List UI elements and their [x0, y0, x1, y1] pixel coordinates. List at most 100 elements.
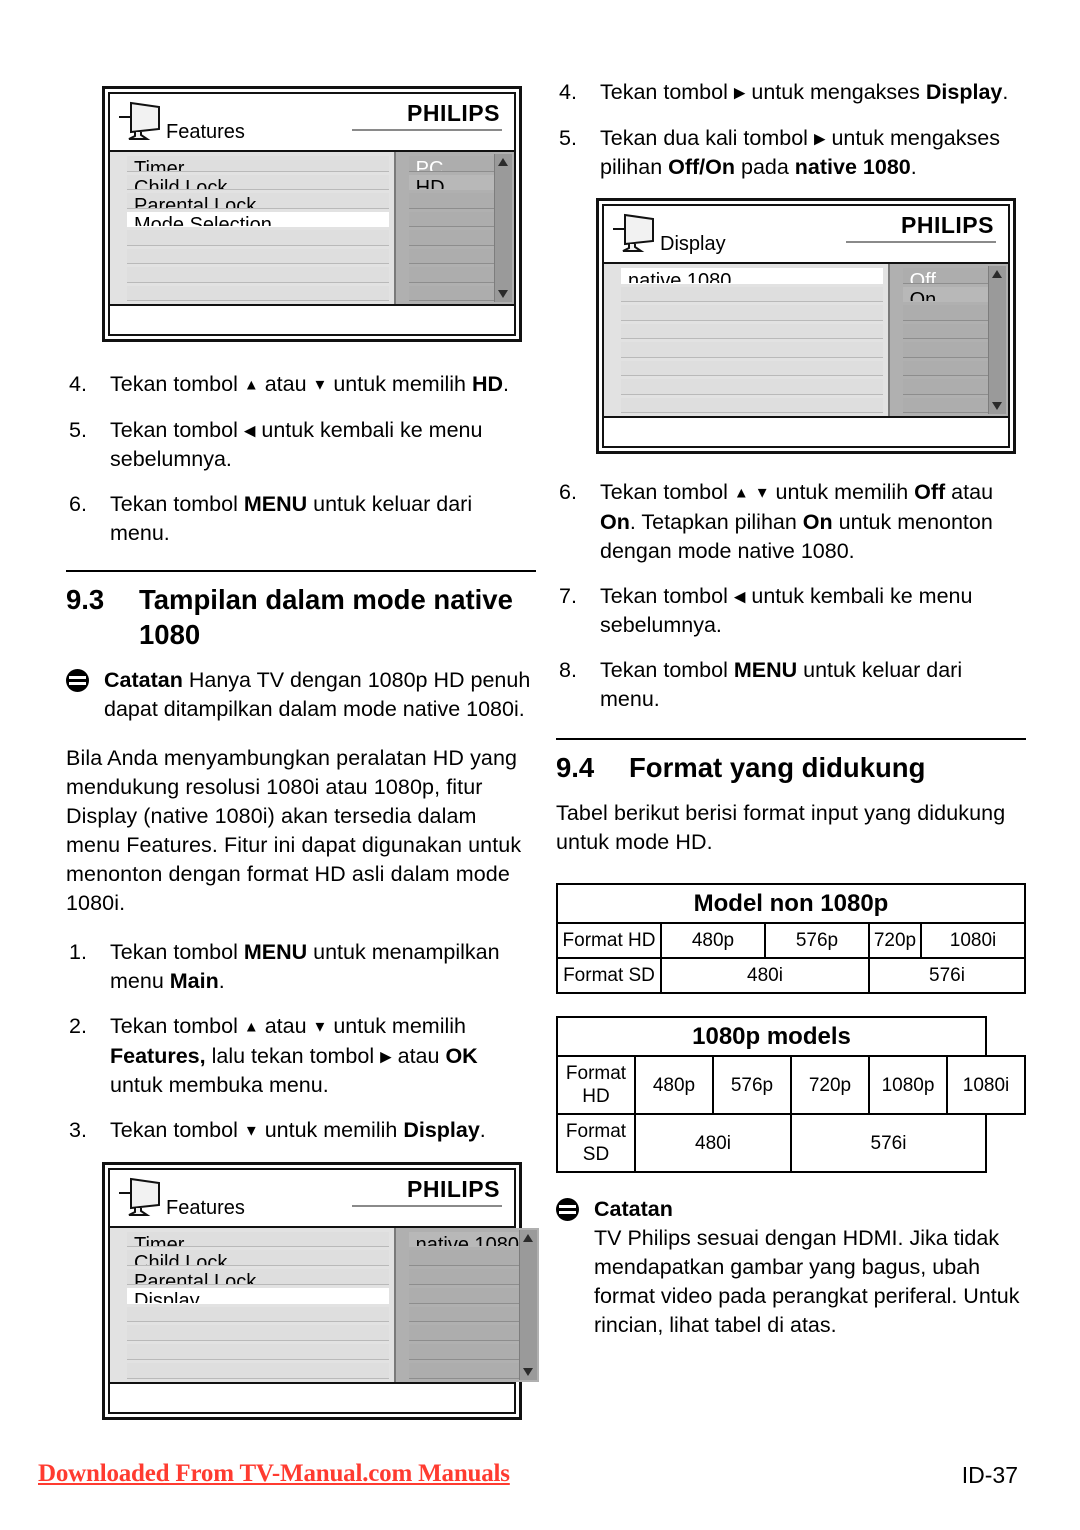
manual-page: PHILIPS Features Timer Child Lock Parent… — [0, 0, 1080, 1530]
right-column: 4. Tekan tombol ▶ untuk mengakses Display… — [556, 78, 1026, 1360]
scroll-up-icon[interactable] — [992, 270, 1002, 278]
osd-screenshot-mode-selection: PHILIPS Features Timer Child Lock Parent… — [102, 86, 522, 342]
osd-right-pane: native 1080 — [393, 1227, 540, 1382]
osd-option-empty — [408, 1287, 520, 1304]
step-text: Tekan tombol — [110, 940, 244, 964]
osd-body: Timer Child Lock Parental Lock Mode Sele… — [110, 152, 514, 306]
osd-menu-item[interactable]: Timer — [127, 1231, 389, 1248]
row-label: Format SD — [556, 957, 662, 994]
table-row: Format HD 480p 576p 720p 1080i — [556, 922, 1026, 959]
table-row: 1080p models — [556, 1016, 1025, 1057]
instruction-step: 7. Tekan tombol ◀ untuk kembali ke menu s… — [556, 582, 1026, 641]
osd-option-selected[interactable]: native 1080 — [408, 1231, 520, 1248]
scroll-down-icon[interactable] — [992, 402, 1002, 410]
scroll-up-icon[interactable] — [523, 1233, 534, 1242]
osd-menu-item[interactable]: Parental Lock — [127, 1269, 389, 1285]
instruction-step: 5. Tekan tombol ◀ untuk kembali ke menu s… — [66, 416, 536, 475]
left-arrow-icon: ◀ — [243, 422, 256, 439]
osd-option-empty — [902, 305, 988, 321]
step-text: untuk membuka menu. — [110, 1073, 329, 1097]
osd-scrollbar[interactable] — [494, 154, 512, 302]
step-number: 3. — [69, 1118, 87, 1142]
step-number: 4. — [559, 80, 577, 104]
step-text: atau — [258, 372, 313, 396]
osd-menu-item-selected[interactable]: native 1080 — [621, 268, 883, 284]
table-cell: 480i — [634, 1113, 792, 1173]
table-title: Model non 1080p — [556, 883, 1026, 924]
osd-option-selected[interactable]: HD — [408, 174, 494, 190]
osd-menu-item[interactable]: Child Lock — [127, 174, 389, 190]
step-emphasis: native 1080 — [794, 155, 911, 179]
osd-menu-item[interactable]: Timer — [127, 156, 389, 172]
osd-menu-item-empty — [621, 305, 883, 321]
scroll-up-icon[interactable] — [498, 158, 508, 166]
note-9-4: Catatan TV Philips sesuai dengan HDMI. J… — [556, 1195, 1026, 1340]
osd-option[interactable]: PC — [408, 156, 494, 172]
page-number: ID-37 — [961, 1462, 1018, 1488]
step-emphasis: On — [600, 509, 630, 534]
osd-option-empty — [408, 1250, 520, 1266]
osd-scrollbar[interactable] — [988, 266, 1006, 414]
scroll-down-icon[interactable] — [498, 290, 508, 298]
table-cell: 480p — [634, 1055, 714, 1115]
step-number: 6. — [559, 480, 577, 504]
step-text: untuk memilih — [769, 480, 915, 504]
note-label: Catatan — [104, 668, 183, 692]
instruction-step: 1. Tekan tombol MENU untuk menampilkan me… — [66, 938, 536, 996]
osd-option[interactable]: On — [902, 286, 988, 302]
step-text: Tekan tombol — [600, 80, 734, 104]
section-rule — [556, 738, 1026, 740]
step-number: 7. — [559, 583, 577, 608]
step-text: . Tetapkan pilihan — [629, 509, 803, 534]
table-row: Format SD 480i 576i — [556, 957, 1026, 994]
step-text: Tekan tombol — [110, 1118, 244, 1142]
row-label: Format SD — [556, 1113, 636, 1173]
tv-set-icon — [613, 213, 654, 252]
osd-menu-item-empty — [621, 323, 883, 339]
osd-scrollbar[interactable] — [519, 1229, 538, 1380]
osd-menu-item-selected[interactable]: Mode Selection — [127, 211, 389, 227]
section-title: Tampilan dalam mode native 1080 — [139, 584, 513, 650]
osd-left-pane: Timer Child Lock Parental Lock Mode Sele… — [110, 152, 394, 304]
osd-menu-item-empty — [127, 1362, 389, 1379]
instruction-step: 5. Tekan dua kali tombol ▶ untuk mengakse… — [556, 124, 1026, 183]
note-label: Catatan — [594, 1197, 673, 1221]
osd-menu-item[interactable]: Parental Lock — [127, 193, 389, 209]
table-cell: 720p — [868, 922, 922, 959]
osd-menu-item[interactable]: Child Lock — [127, 1250, 389, 1266]
table-cell: 480i — [660, 957, 870, 994]
step-text: Tekan tombol — [110, 417, 244, 442]
osd-body: native 1080 Off On — [604, 264, 1008, 418]
note-icon — [556, 1198, 579, 1221]
step-text: Tekan tombol — [110, 372, 244, 396]
table-row: Format HD 480p 576p 720p 1080p 1080i — [556, 1055, 1026, 1115]
step-emphasis: OK — [445, 1043, 478, 1068]
step-text: atau — [391, 1043, 446, 1068]
tv-set-icon — [119, 101, 160, 140]
instruction-step: 4. Tekan tombol ▲ atau ▼ untuk memilih HD… — [66, 370, 536, 400]
osd-menu-item-selected[interactable]: Display — [127, 1287, 389, 1304]
up-arrow-icon: ▲ — [243, 1018, 259, 1036]
osd-right-pane: PC HD — [393, 152, 514, 304]
osd-menu-item-empty — [621, 286, 883, 302]
step-number: 2. — [69, 1014, 87, 1038]
steps-top-right: 4. Tekan tombol ▶ untuk mengakses Display… — [556, 78, 1026, 182]
step-number: 4. — [69, 372, 87, 396]
step-text: untuk memilih — [327, 372, 472, 396]
right-arrow-icon: ▶ — [813, 130, 826, 147]
osd-body: Timer Child Lock Parental Lock Display n… — [110, 1227, 540, 1384]
section-rule — [66, 570, 536, 572]
paragraph-9-4: Tabel berikut berisi format input yang d… — [556, 801, 1006, 854]
step-emphasis: Off/On — [668, 155, 736, 179]
osd-footer — [110, 306, 514, 334]
step-text: untuk mengakses — [745, 80, 926, 104]
left-arrow-icon: ◀ — [733, 588, 746, 605]
step-text: Tekan tombol — [110, 1014, 244, 1038]
table-cell: 1080p — [868, 1055, 948, 1115]
scroll-down-icon[interactable] — [523, 1367, 534, 1376]
osd-option[interactable]: Off — [902, 268, 988, 284]
osd-screenshot-native-1080: PHILIPS Display native 1080 Off On — [596, 198, 1016, 454]
step-number: 6. — [69, 492, 87, 516]
footer-download-link[interactable]: Downloaded From TV-Manual.com Manuals — [38, 1460, 510, 1488]
osd-menu-item-empty — [127, 1344, 389, 1360]
